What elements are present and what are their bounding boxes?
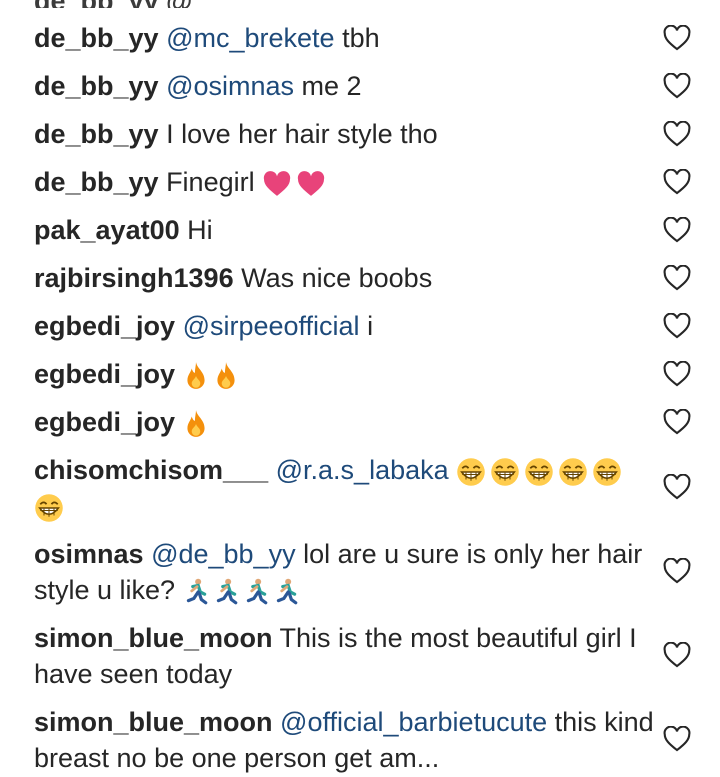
- comment-row: egbedi_joy: [34, 356, 654, 392]
- like-heart-icon[interactable]: [663, 313, 691, 339]
- like-heart-icon[interactable]: [663, 726, 691, 752]
- comment-text: i: [359, 311, 374, 341]
- comment-row: rajbirsingh1396 Was nice boobs: [34, 260, 654, 296]
- comment-username[interactable]: egbedi_joy: [34, 407, 175, 437]
- cut-off-comment: de_bb_yy @_______: [34, 0, 298, 8]
- comment-row: simon_blue_moon @official_barbietucute t…: [34, 704, 654, 776]
- heart-emoji-icon: [262, 171, 292, 197]
- comment-row: egbedi_joy @sirpeeofficial i: [34, 308, 654, 344]
- comment-row: de_bb_yy I love her hair style tho: [34, 116, 654, 152]
- grin-emoji-icon: [524, 457, 554, 487]
- comment-text: Was nice boobs: [233, 263, 433, 293]
- grin-emoji-icon: [490, 457, 520, 487]
- grin-emoji-icon: [592, 457, 622, 487]
- comment-row: simon_blue_moon This is the most beautif…: [34, 620, 654, 692]
- like-heart-icon[interactable]: [663, 25, 691, 51]
- like-heart-icon[interactable]: [663, 361, 691, 387]
- comment-username[interactable]: rajbirsingh1396: [34, 263, 234, 293]
- comment-username[interactable]: pak_ayat00: [34, 215, 180, 245]
- comment-username[interactable]: de_bb_yy: [34, 167, 159, 197]
- comment-text: me 2: [294, 71, 362, 101]
- like-heart-icon[interactable]: [663, 558, 691, 584]
- comment-text: tbh: [334, 23, 380, 53]
- comment-mention[interactable]: @official_barbietucute: [280, 707, 547, 737]
- comment-mention[interactable]: @r.a.s_labaka: [276, 455, 449, 485]
- like-heart-icon[interactable]: [663, 217, 691, 243]
- runner-emoji-icon: [183, 578, 209, 606]
- like-heart-icon[interactable]: [663, 121, 691, 147]
- comment-username[interactable]: egbedi_joy: [34, 359, 175, 389]
- comment-username[interactable]: de_bb_yy: [34, 23, 159, 53]
- comment-text: Hi: [179, 215, 213, 245]
- like-heart-icon[interactable]: [663, 265, 691, 291]
- comment-username[interactable]: egbedi_joy: [34, 311, 175, 341]
- comment-row: osimnas @de_bb_yy lol are u sure is only…: [34, 536, 654, 608]
- comment-username[interactable]: de_bb_yy: [34, 119, 159, 149]
- comment-text: Finegirl: [158, 167, 255, 197]
- comment-text: I love her hair style tho: [158, 119, 438, 149]
- fire-emoji-icon: [183, 361, 209, 391]
- comment-row: de_bb_yy @osimnas me 2: [34, 68, 654, 104]
- like-heart-icon[interactable]: [663, 409, 691, 435]
- comment-username[interactable]: simon_blue_moon: [34, 623, 273, 653]
- comment-row: egbedi_joy: [34, 404, 654, 440]
- fire-emoji-icon: [213, 361, 239, 391]
- comment-mention[interactable]: @de_bb_yy: [151, 539, 296, 569]
- comment-mention[interactable]: @mc_brekete: [166, 23, 334, 53]
- like-heart-icon[interactable]: [663, 642, 691, 668]
- comment-row: de_bb_yy Finegirl: [34, 164, 654, 200]
- grin-emoji-icon: [456, 457, 486, 487]
- comment-username[interactable]: osimnas: [34, 539, 144, 569]
- comment-row: chisomchisom___ @r.a.s_labaka: [34, 452, 654, 524]
- fire-emoji-icon: [183, 409, 209, 439]
- runner-emoji-icon: [243, 578, 269, 606]
- comment-username[interactable]: simon_blue_moon: [34, 707, 273, 737]
- comment-mention[interactable]: @sirpeeofficial: [183, 311, 360, 341]
- runner-emoji-icon: [273, 578, 299, 606]
- grin-emoji-icon: [34, 493, 64, 523]
- like-heart-icon[interactable]: [663, 73, 691, 99]
- grin-emoji-icon: [558, 457, 588, 487]
- like-heart-icon[interactable]: [663, 474, 691, 500]
- comment-username[interactable]: chisomchisom___: [34, 455, 268, 485]
- heart-emoji-icon: [296, 171, 326, 197]
- comment-row: de_bb_yy @mc_brekete tbh: [34, 20, 654, 56]
- comment-username[interactable]: de_bb_yy: [34, 71, 159, 101]
- runner-emoji-icon: [213, 578, 239, 606]
- like-heart-icon[interactable]: [663, 169, 691, 195]
- comment-mention[interactable]: @osimnas: [166, 71, 294, 101]
- comment-row: pak_ayat00 Hi: [34, 212, 654, 248]
